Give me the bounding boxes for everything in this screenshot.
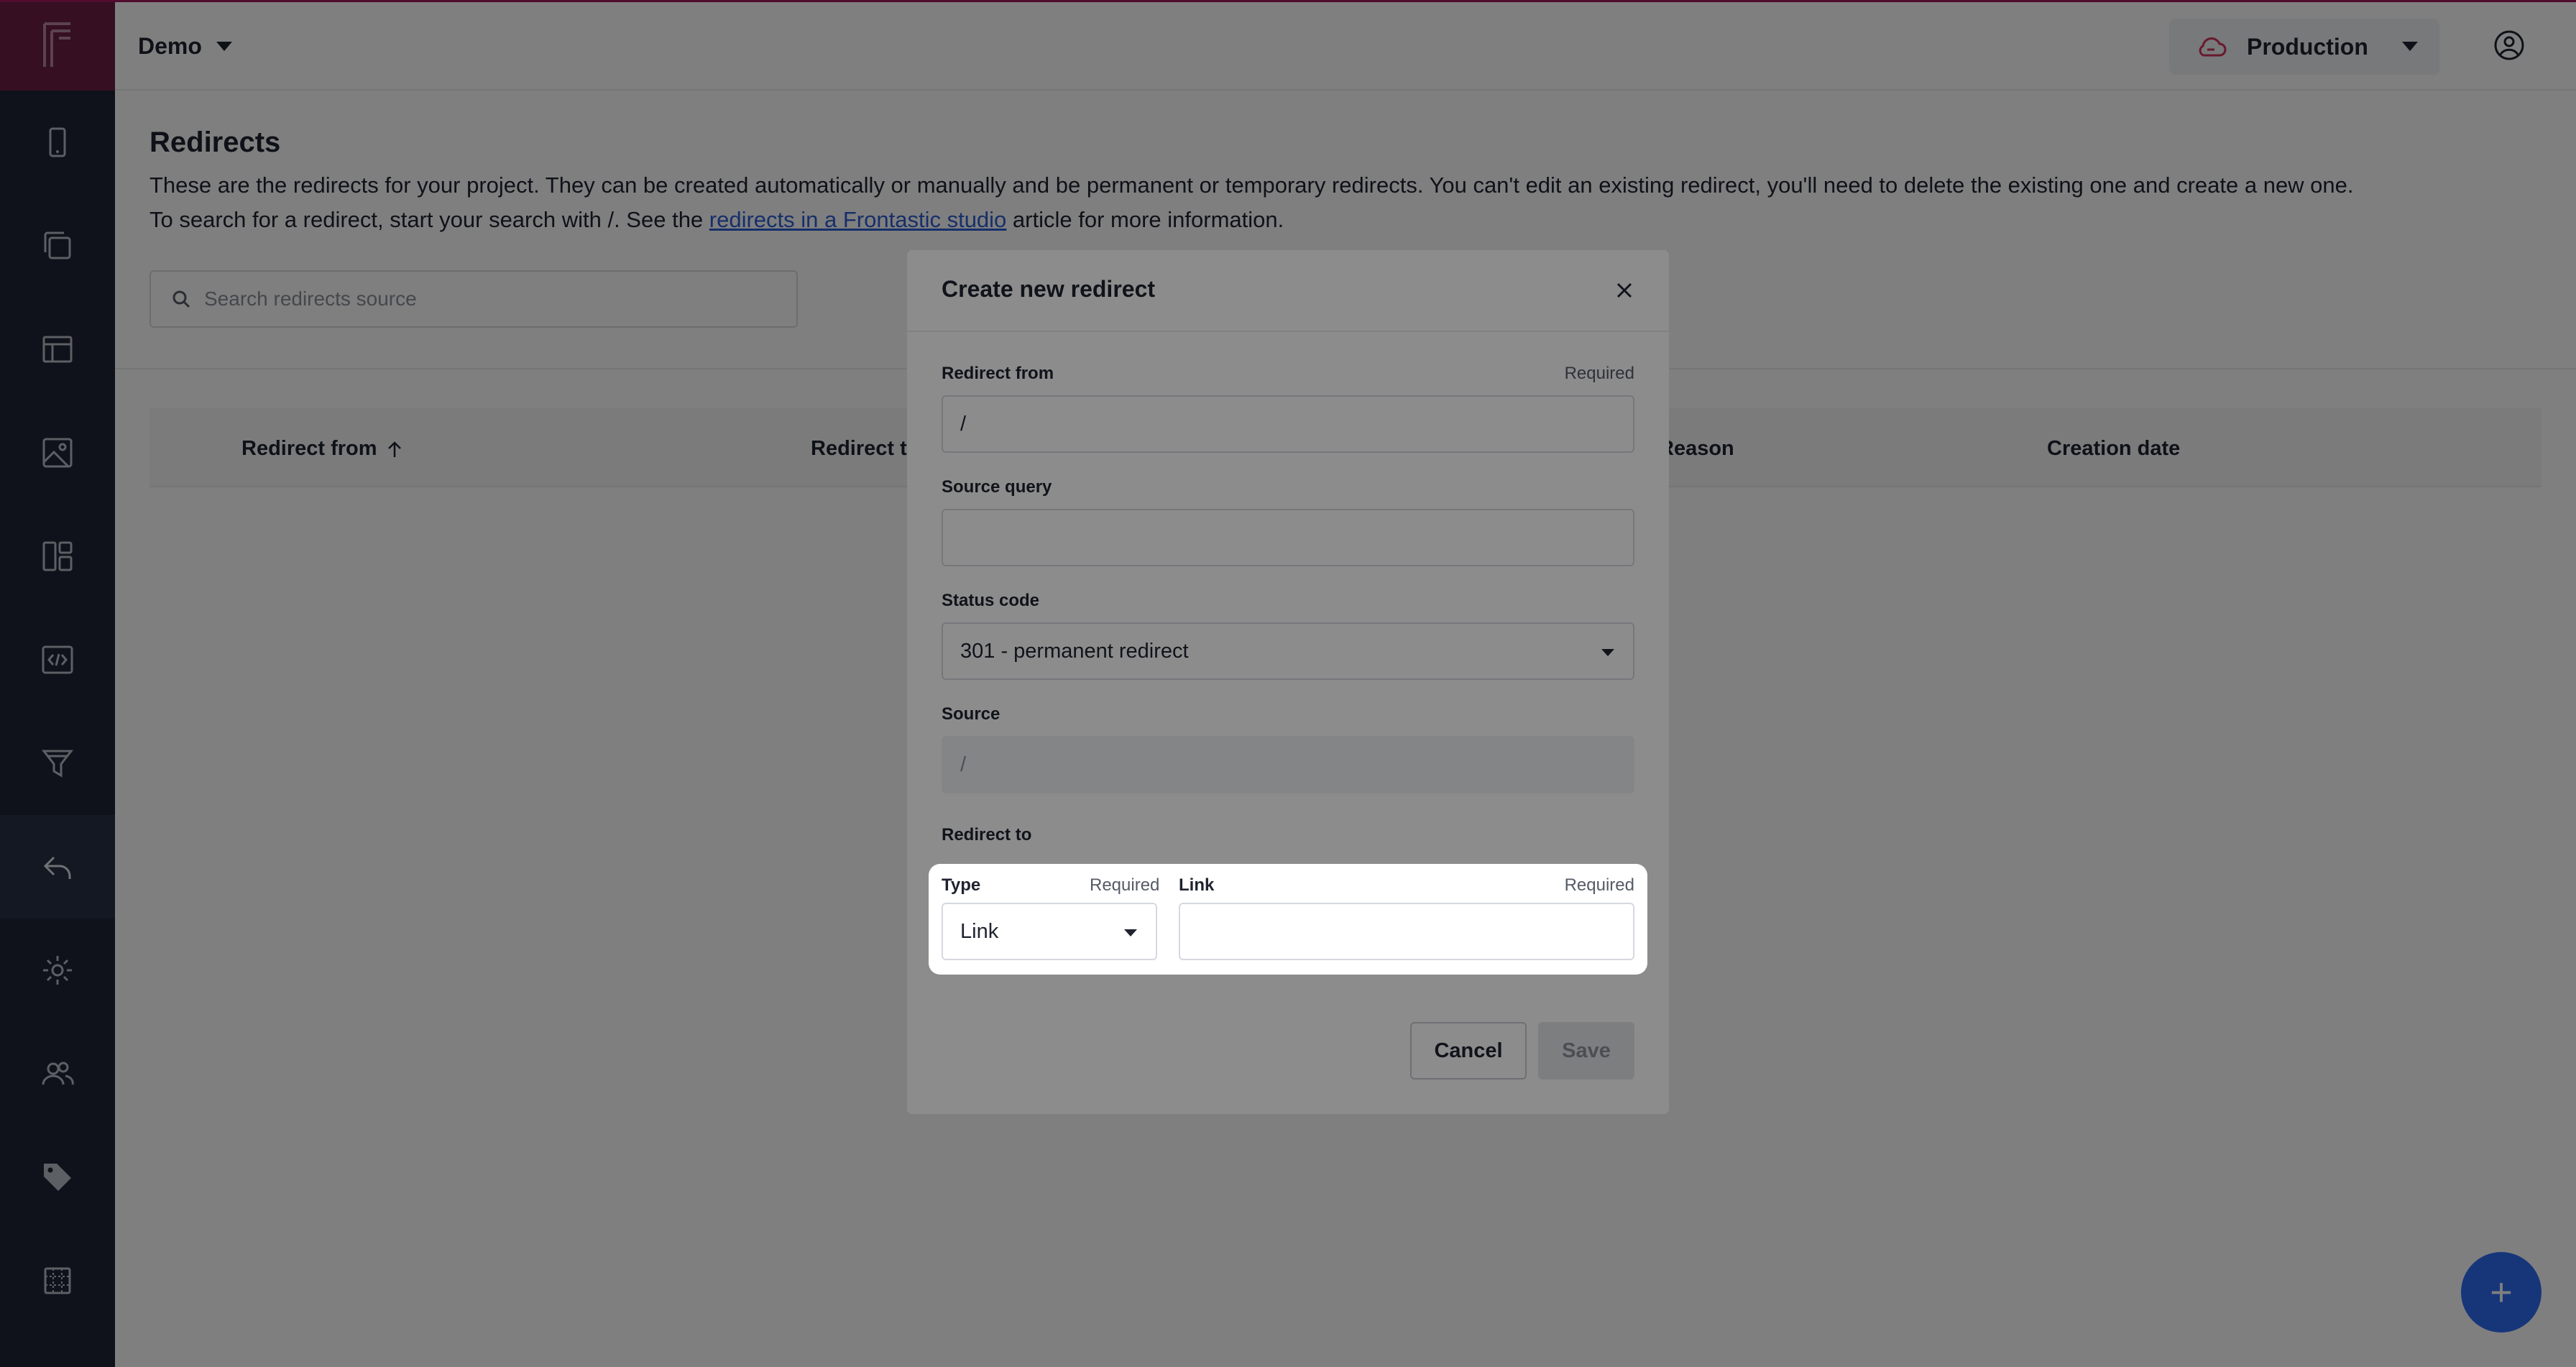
cancel-button[interactable]: Cancel (1410, 1022, 1527, 1080)
chevron-down-icon (1601, 649, 1614, 656)
redirect-from-label: Redirect from (942, 364, 1054, 383)
type-select[interactable]: Link (942, 903, 1157, 960)
source-readonly-field: / (942, 736, 1634, 793)
status-code-select[interactable]: 301 - permanent redirect (942, 622, 1634, 680)
source-query-input[interactable] (942, 509, 1634, 566)
close-icon[interactable] (1610, 276, 1639, 305)
type-label: Type (942, 875, 981, 895)
status-code-label: Status code (942, 591, 1040, 610)
redirect-from-input[interactable]: / (942, 395, 1634, 453)
redirect-to-heading: Redirect to (942, 825, 1032, 844)
required-hint: Required (1090, 875, 1160, 895)
required-hint: Required (1564, 364, 1634, 383)
modal-header: Create new redirect (907, 250, 1669, 332)
source-label: Source (942, 704, 1000, 724)
type-value: Link (960, 919, 999, 943)
link-input[interactable] (1179, 903, 1634, 960)
modal-title: Create new redirect (942, 276, 1156, 302)
chevron-down-icon (1124, 929, 1137, 936)
link-label: Link (1179, 875, 1215, 895)
required-hint: Required (1564, 875, 1634, 895)
source-query-label: Source query (942, 477, 1052, 497)
status-code-value: 301 - permanent redirect (960, 639, 1189, 663)
save-button[interactable]: Save (1538, 1022, 1634, 1080)
redirect-to-fields: Type Required Link Link Required (929, 864, 1647, 975)
create-redirect-modal: Create new redirect Redirect from Requir… (907, 250, 1669, 1114)
